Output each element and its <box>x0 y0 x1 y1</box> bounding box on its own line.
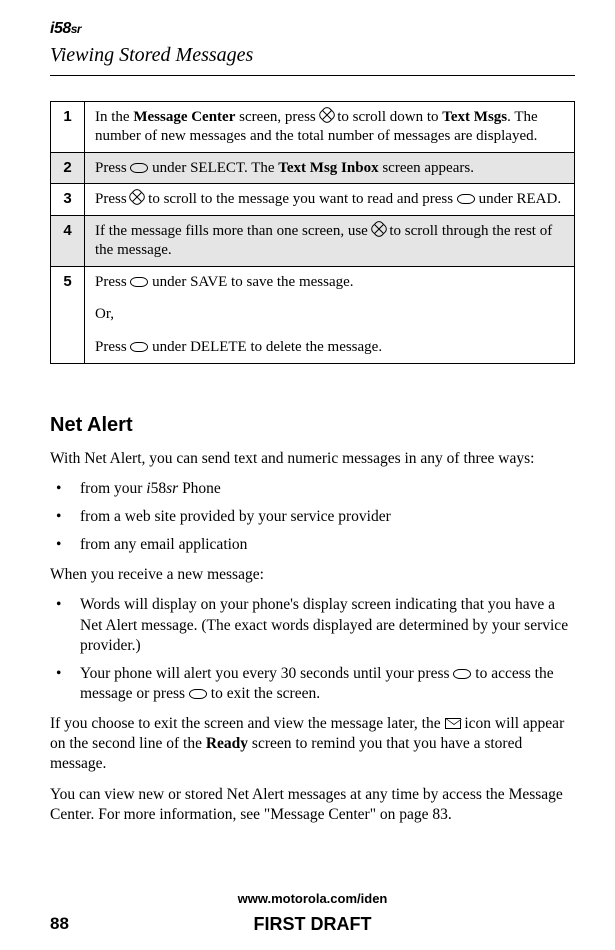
steps-table: 1 In the Message Center screen, press to… <box>50 101 575 364</box>
list-item: Words will display on your phone's displ… <box>50 595 575 655</box>
exit-paragraph: If you choose to exit the screen and vie… <box>50 714 575 774</box>
list-item: Your phone will alert you every 30 secon… <box>50 664 575 704</box>
step-text: Press to scroll to the message you want … <box>85 184 575 216</box>
softkey-icon <box>457 194 475 204</box>
softkey-icon <box>130 342 148 352</box>
step-number: 5 <box>51 266 85 363</box>
softkey-icon <box>130 277 148 287</box>
list-item: from any email application <box>50 535 575 555</box>
draft-label: FIRST DRAFT <box>50 914 575 935</box>
list-item: from a web site provided by your service… <box>50 507 575 527</box>
intro-paragraph: With Net Alert, you can send text and nu… <box>50 449 575 469</box>
title-rule <box>50 75 575 76</box>
step-number: 3 <box>51 184 85 216</box>
footer-url: www.motorola.com/iden <box>50 891 575 906</box>
step-number: 4 <box>51 216 85 267</box>
list-item: from your i58sr Phone <box>50 479 575 499</box>
receive-list: Words will display on your phone's displ… <box>50 595 575 704</box>
product-logo: i58sr <box>50 20 575 38</box>
softkey-icon <box>453 669 471 679</box>
step-number: 1 <box>51 102 85 153</box>
step-row-1: 1 In the Message Center screen, press to… <box>51 102 575 153</box>
softkey-icon <box>130 163 148 173</box>
step-text: In the Message Center screen, press to s… <box>85 102 575 153</box>
step-text: If the message fills more than one scree… <box>85 216 575 267</box>
mail-icon <box>445 718 461 729</box>
step-row-4: 4 If the message fills more than one scr… <box>51 216 575 267</box>
step-text: Press under SAVE to save the message. Or… <box>85 266 575 363</box>
receive-intro: When you receive a new message: <box>50 565 575 585</box>
view-paragraph: You can view new or stored Net Alert mes… <box>50 785 575 825</box>
step-row-3: 3 Press to scroll to the message you wan… <box>51 184 575 216</box>
subsection-heading: Net Alert <box>50 414 575 437</box>
step-row-2: 2 Press under SELECT. The Text Msg Inbox… <box>51 152 575 184</box>
page-footer: www.motorola.com/iden 88 FIRST DRAFT <box>50 891 575 934</box>
step-number: 2 <box>51 152 85 184</box>
page-section-title: Viewing Stored Messages <box>50 44 575 67</box>
ways-list: from your i58sr Phone from a web site pr… <box>50 479 575 555</box>
step-row-5: 5 Press under SAVE to save the message. … <box>51 266 575 363</box>
step-text: Press under SELECT. The Text Msg Inbox s… <box>85 152 575 184</box>
softkey-icon <box>189 689 207 699</box>
